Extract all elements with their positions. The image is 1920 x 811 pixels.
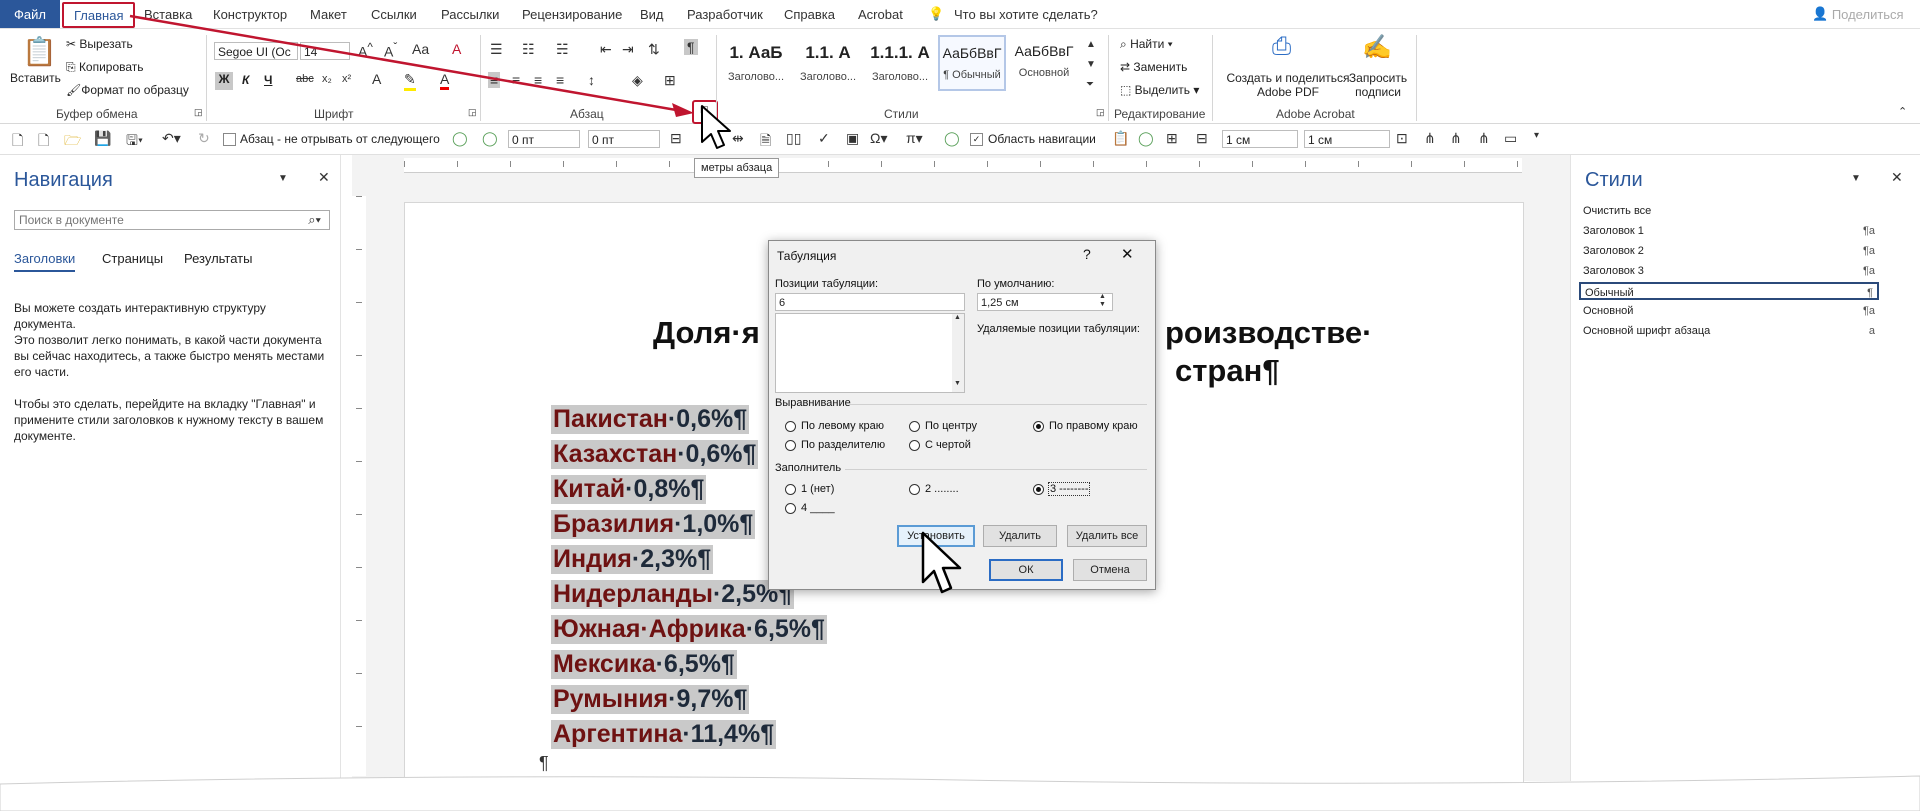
clear-button[interactable]: Удалить [983, 525, 1057, 547]
alignment-label: Выравнивание [775, 397, 851, 409]
tab-positions-list[interactable]: ▲ ▼ [775, 313, 965, 393]
align-bar-label: С чертой [925, 439, 971, 451]
default-label: По умолчанию: [977, 278, 1055, 290]
align-decimal-label: По разделителю [801, 439, 886, 451]
leader-dots-label: 2 ........ [925, 483, 959, 495]
leader-none-label: 1 (нет) [801, 483, 835, 495]
chevron-up-icon[interactable]: ▲ [954, 314, 961, 321]
align-center-label: По центру [925, 420, 977, 432]
leader-label: Заполнитель [775, 462, 842, 474]
ok-button[interactable]: ОК [989, 559, 1063, 581]
hand-cursor [921, 531, 962, 594]
torn-edge [0, 775, 1920, 811]
align-bar-radio[interactable] [909, 440, 920, 451]
arrow-line [129, 14, 683, 113]
align-left-label: По левому краю [801, 420, 884, 432]
tab-positions-input[interactable]: 6 [775, 293, 965, 311]
mouse-cursor [701, 105, 731, 149]
scrollbar[interactable]: ▲ ▼ [952, 314, 964, 392]
align-right-radio[interactable] [1033, 421, 1044, 432]
close-icon[interactable]: ✕ [1121, 245, 1134, 263]
divider [845, 469, 1147, 470]
chevron-down-icon[interactable]: ▼ [954, 380, 961, 387]
leader-dashes-label: 3 -------- [1048, 482, 1091, 496]
leader-dots-radio[interactable] [909, 484, 920, 495]
align-center-radio[interactable] [909, 421, 920, 432]
align-right-label: По правому краю [1049, 420, 1138, 432]
leader-dashes-radio[interactable] [1033, 484, 1044, 495]
help-button[interactable]: ? [1083, 246, 1091, 262]
align-decimal-radio[interactable] [785, 440, 796, 451]
leader-none-radio[interactable] [785, 484, 796, 495]
leader-underline-label: 4 ____ [801, 502, 835, 514]
divider [849, 404, 1147, 405]
dialog-title: Табуляция [777, 249, 837, 263]
cleared-stops-label: Удаляемые позиции табуляции: [977, 323, 1140, 335]
spinner-icon[interactable]: ▲ ▼ [1099, 293, 1106, 309]
arrow-head [672, 103, 694, 117]
align-left-radio[interactable] [785, 421, 796, 432]
leader-underline-radio[interactable] [785, 503, 796, 514]
clear-all-button[interactable]: Удалить все [1067, 525, 1147, 547]
cancel-button[interactable]: Отмена [1073, 559, 1147, 581]
tab-positions-label: Позиции табуляции: [775, 278, 879, 290]
default-stop-field[interactable]: 1,25 см [977, 293, 1113, 311]
